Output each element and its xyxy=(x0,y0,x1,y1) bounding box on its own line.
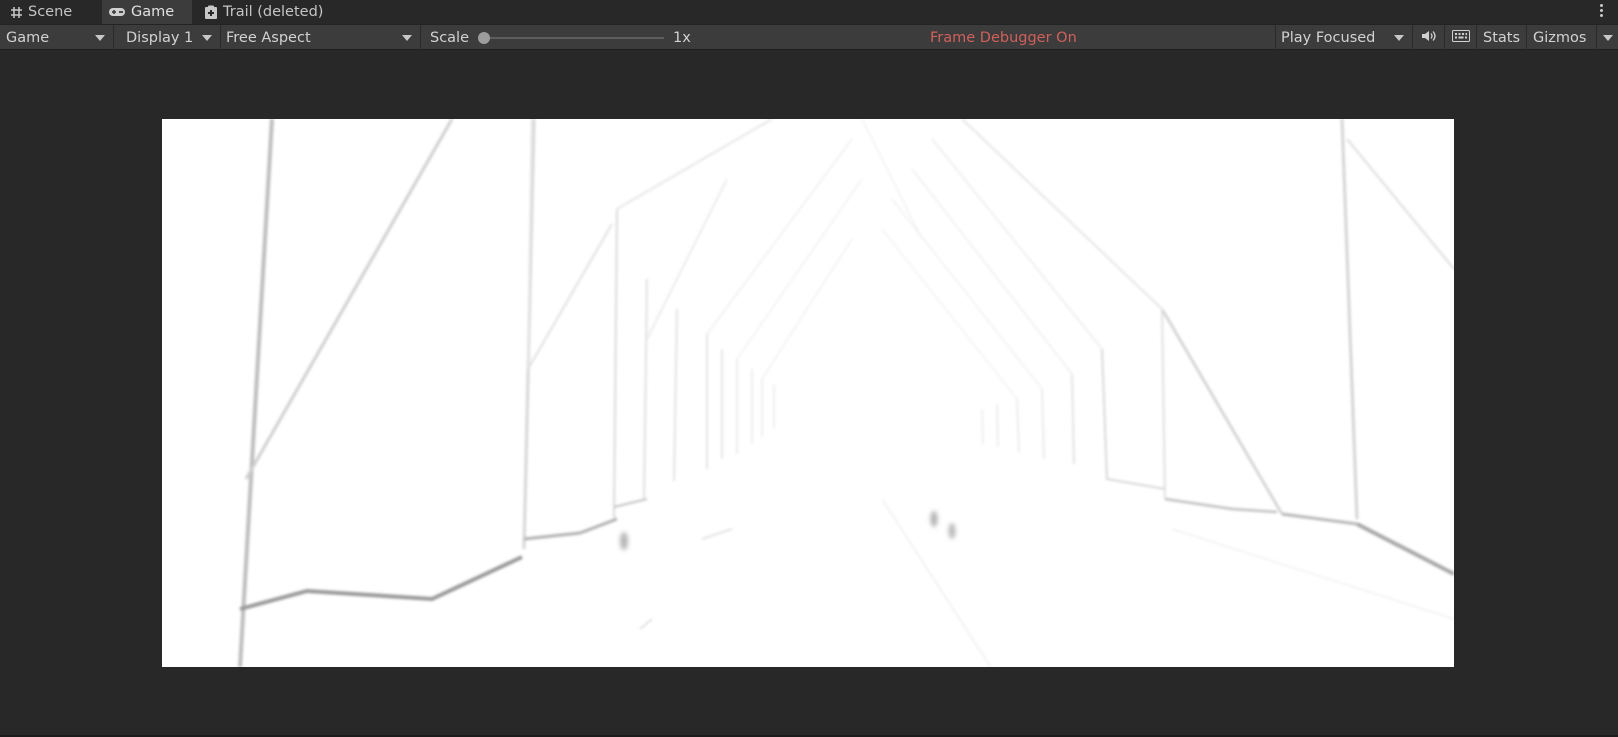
game-scene-image xyxy=(162,119,1454,667)
gamepad-icon xyxy=(108,6,126,18)
chevron-down-icon xyxy=(1603,35,1613,41)
gizmos-button[interactable]: Gizmos xyxy=(1527,25,1597,50)
play-mode-value: Play Focused xyxy=(1281,29,1376,46)
play-mode-dropdown[interactable]: Play Focused xyxy=(1275,25,1413,50)
display-value: Display 1 xyxy=(126,29,194,46)
tab-label: Scene xyxy=(28,4,73,20)
scale-label: Scale xyxy=(430,29,470,46)
tab-label: Game xyxy=(131,4,175,20)
chevron-down-icon xyxy=(402,35,412,41)
aspect-value: Free Aspect xyxy=(226,29,311,46)
chevron-down-icon xyxy=(202,35,212,41)
tab-label: Trail (deleted) xyxy=(223,4,324,20)
stats-button[interactable]: Stats xyxy=(1477,25,1527,50)
chevron-down-icon xyxy=(95,35,105,41)
more-options-icon[interactable] xyxy=(1600,3,1604,19)
tab-scene[interactable]: Scene xyxy=(10,0,98,24)
grid-icon xyxy=(10,6,23,19)
gizmos-dropdown[interactable] xyxy=(1597,25,1618,50)
scale-slider-thumb[interactable] xyxy=(478,32,490,44)
display-dropdown[interactable]: Display 1 xyxy=(114,25,221,50)
frame-debugger-status: Frame Debugger On xyxy=(930,29,1077,46)
game-view-render[interactable] xyxy=(162,119,1454,667)
tab-trail[interactable]: Trail (deleted) xyxy=(204,0,344,24)
keyboard-shortcuts-button[interactable] xyxy=(1445,25,1477,50)
window-tab-bar: Scene Game Trail (deleted) xyxy=(0,0,1618,24)
scale-value: 1x xyxy=(673,29,691,46)
clipboard-icon xyxy=(204,5,218,20)
view-mode-value: Game xyxy=(6,29,50,46)
view-mode-dropdown[interactable]: Game xyxy=(0,25,114,50)
speaker-icon xyxy=(1421,30,1437,46)
chevron-down-icon xyxy=(1394,35,1404,41)
game-view-toolbar: Game Display 1 Free Aspect Scale 1x Fram… xyxy=(0,24,1618,50)
aspect-dropdown[interactable]: Free Aspect xyxy=(221,25,421,50)
scale-slider-track[interactable] xyxy=(484,37,664,39)
tab-game[interactable]: Game xyxy=(102,0,192,24)
mute-audio-button[interactable] xyxy=(1413,25,1445,50)
keyboard-icon xyxy=(1451,29,1470,46)
